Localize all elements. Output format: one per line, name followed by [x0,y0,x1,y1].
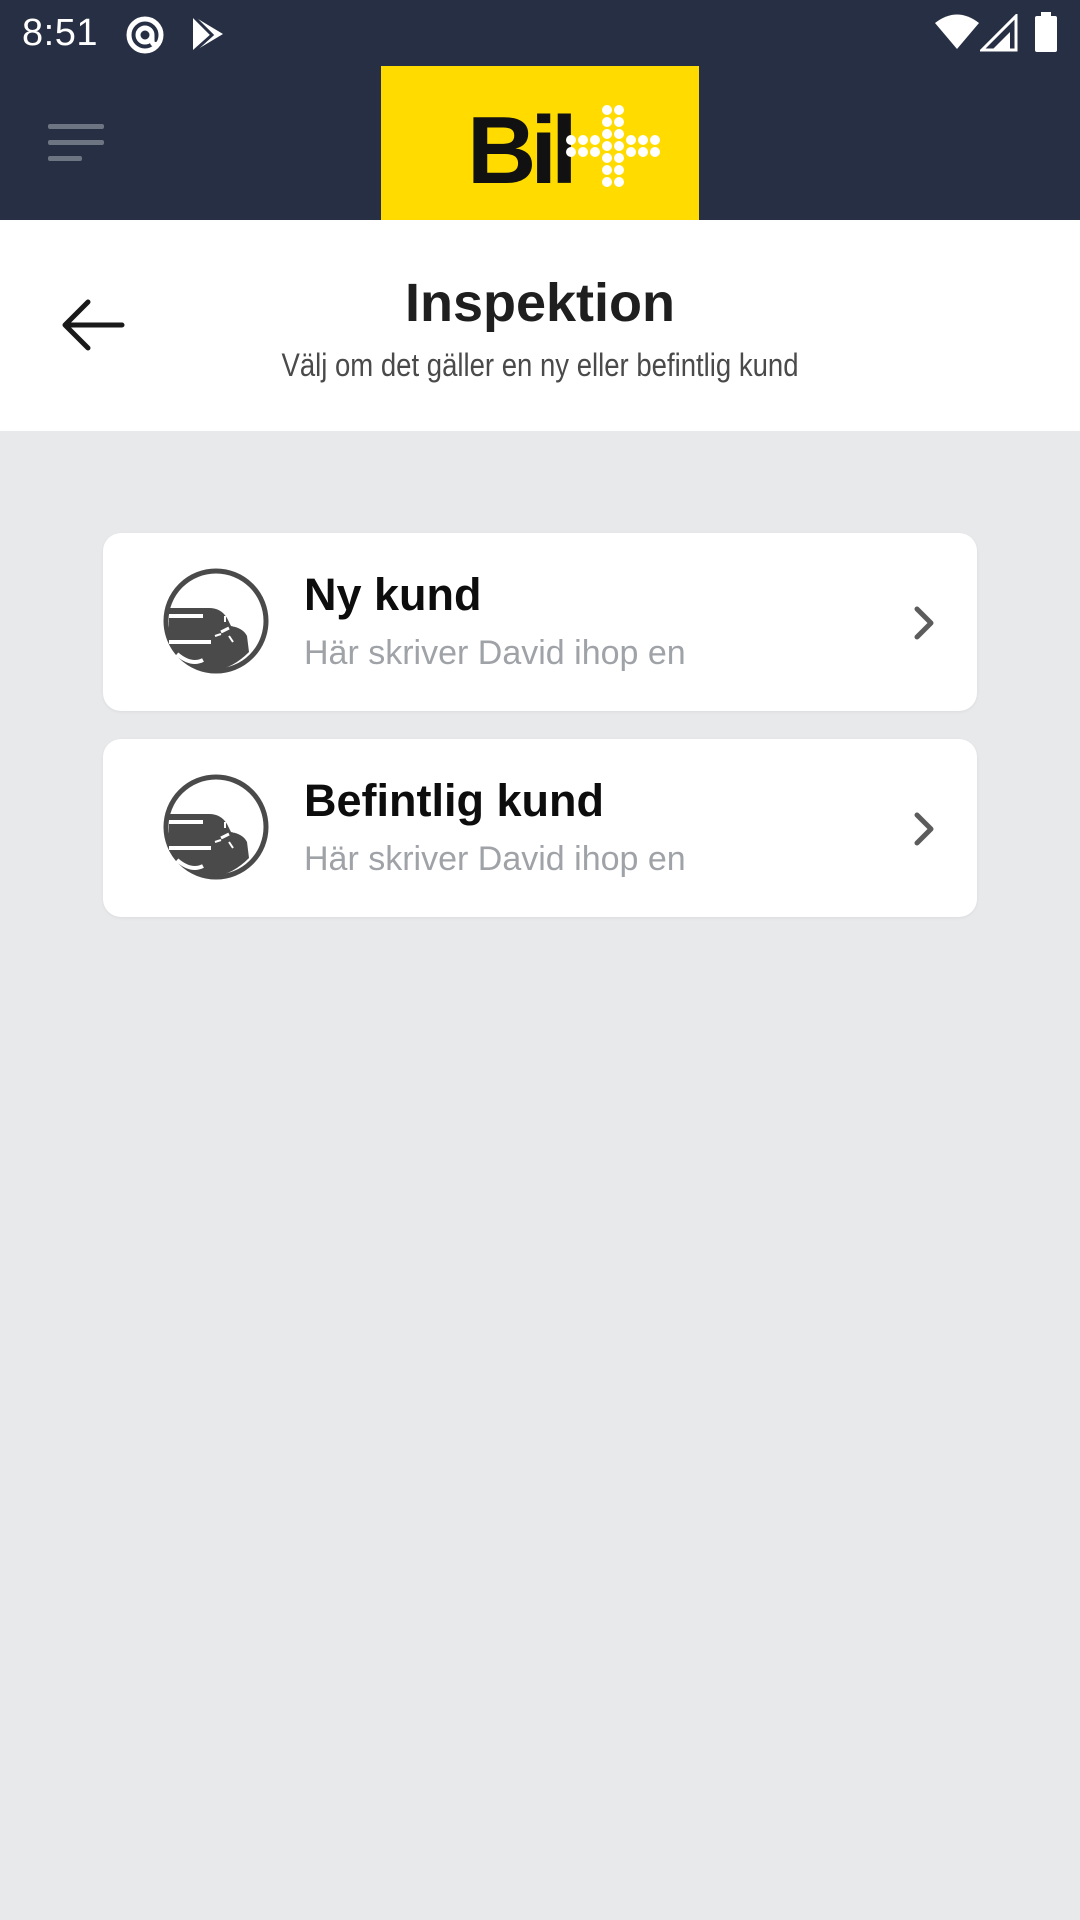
page-header: Inspektion Välj om det gäller en ny elle… [0,220,1080,431]
logo-text: Bil [467,97,572,204]
menu-button[interactable] [38,114,108,174]
bil-logo: Bil [381,66,699,220]
play-store-icon [191,14,223,54]
status-time: 8:51 [22,12,98,54]
at-sign-icon [126,16,164,54]
car-icon [163,774,269,880]
option-title: Ny kund [304,569,482,620]
option-description: Här skriver David ihop en [304,840,686,878]
status-bar: 8:51 [0,0,1080,66]
car-icon [163,568,269,674]
option-existing-customer[interactable]: Befintlig kund Här skriver David ihop en [103,739,977,917]
bil-logo-graphic: Bil [467,97,660,204]
battery-icon [1035,12,1057,52]
app-header: Bil [0,66,1080,220]
page-title: Inspektion [404,273,676,333]
hamburger-menu-icon [48,124,104,161]
cell-signal-icon [980,14,1018,52]
chevron-right-icon [914,812,934,846]
option-title: Befintlig kund [304,775,604,826]
option-description: Här skriver David ihop en [304,634,686,672]
option-new-customer[interactable]: Ny kund Här skriver David ihop en [103,533,977,711]
wifi-icon [935,14,979,49]
chevron-right-icon [914,606,934,640]
page-subtitle: Välj om det gäller en ny eller befintlig… [281,347,799,383]
